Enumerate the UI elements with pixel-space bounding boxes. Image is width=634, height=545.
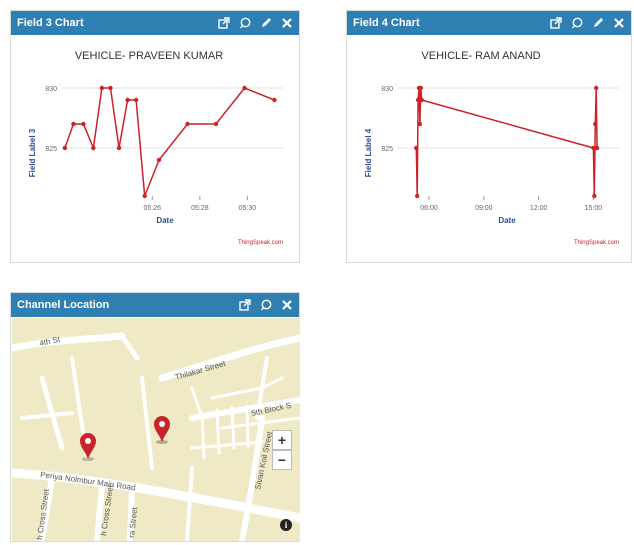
data-point bbox=[593, 85, 599, 91]
comment-icon[interactable] bbox=[260, 299, 272, 311]
x-tick-label: 09:00 bbox=[475, 205, 493, 212]
pencil-icon[interactable] bbox=[592, 17, 604, 29]
map-canvas[interactable]: 4th St Thilakar Street 5th Block S Periy… bbox=[12, 318, 300, 541]
data-point bbox=[71, 121, 76, 127]
data-point bbox=[417, 121, 423, 127]
map-view[interactable]: 4th St Thilakar Street 5th Block S Periy… bbox=[12, 318, 300, 541]
data-point bbox=[414, 145, 419, 151]
close-icon[interactable] bbox=[281, 299, 293, 311]
y-axis-label: Field Label 3 bbox=[28, 128, 37, 177]
data-point bbox=[414, 193, 420, 199]
data-point bbox=[593, 121, 598, 127]
data-point bbox=[91, 145, 96, 151]
external-link-icon[interactable] bbox=[218, 17, 230, 29]
x-tick-label: 12:00 bbox=[530, 205, 548, 212]
data-point bbox=[133, 97, 139, 103]
field3-chart-title: Field 3 Chart bbox=[17, 17, 84, 29]
data-point bbox=[116, 145, 122, 151]
data-point bbox=[594, 145, 600, 151]
external-link-icon[interactable] bbox=[550, 17, 562, 29]
channel-location-widget: Channel Location 4th St Thilakar Street … bbox=[10, 292, 300, 542]
close-icon[interactable] bbox=[281, 17, 293, 29]
y-axis-label: Field Label 4 bbox=[364, 128, 373, 177]
y-tick-label: 825 bbox=[381, 146, 393, 153]
data-point bbox=[99, 85, 105, 91]
info-icon[interactable]: i bbox=[280, 519, 292, 531]
data-point bbox=[242, 85, 247, 91]
x-tick-label: 05:28 bbox=[191, 205, 209, 212]
x-tick-label: 06:00 bbox=[420, 205, 438, 212]
comment-icon[interactable] bbox=[239, 17, 251, 29]
data-point bbox=[185, 121, 190, 127]
field3-chart-widget: Field 3 Chart VEHICLE- PRAVEEN KUMAR Fie… bbox=[10, 10, 300, 263]
data-point bbox=[419, 97, 424, 103]
data-point bbox=[142, 193, 147, 199]
data-point bbox=[592, 193, 597, 199]
field4-chart-widget: Field 4 Chart VEHICLE- RAM ANAND Field L… bbox=[346, 10, 632, 263]
chart-title: VEHICLE- PRAVEEN KUMAR bbox=[75, 50, 223, 62]
field4-chart-title: Field 4 Chart bbox=[353, 17, 420, 29]
data-point bbox=[418, 85, 424, 91]
data-point bbox=[156, 157, 162, 163]
pencil-icon[interactable] bbox=[260, 17, 272, 29]
field4-chart-header: Field 4 Chart bbox=[347, 11, 631, 35]
x-tick-label: 05:30 bbox=[239, 205, 257, 212]
data-point bbox=[125, 97, 130, 103]
series-line bbox=[64, 87, 275, 197]
data-point bbox=[272, 97, 277, 103]
data-point bbox=[62, 145, 68, 151]
close-icon[interactable] bbox=[613, 17, 625, 29]
external-link-icon[interactable] bbox=[239, 299, 251, 311]
series-line bbox=[415, 87, 598, 197]
chart-credit: ThingSpeak.com bbox=[238, 240, 283, 246]
x-axis-label: Date bbox=[498, 216, 516, 225]
zoom-out-button[interactable]: − bbox=[272, 450, 292, 470]
chart-credit: ThingSpeak.com bbox=[574, 240, 619, 246]
y-tick-label: 830 bbox=[381, 86, 393, 93]
x-axis-label: Date bbox=[156, 216, 174, 225]
channel-location-header: Channel Location bbox=[11, 293, 299, 317]
data-point bbox=[213, 121, 219, 127]
chart-title: VEHICLE- RAM ANAND bbox=[421, 50, 540, 62]
data-point bbox=[108, 85, 113, 91]
field4-line-chart: VEHICLE- RAM ANAND Field Label 4 Date Th… bbox=[364, 50, 619, 246]
y-tick-label: 830 bbox=[45, 86, 57, 93]
data-point bbox=[81, 121, 86, 127]
x-tick-label: 05:26 bbox=[143, 205, 161, 212]
field3-line-chart: VEHICLE- PRAVEEN KUMAR Field Label 3 Dat… bbox=[28, 50, 283, 246]
x-tick-label: 15:00 bbox=[585, 205, 603, 212]
y-tick-label: 825 bbox=[45, 146, 57, 153]
zoom-in-button[interactable]: + bbox=[272, 430, 292, 450]
comment-icon[interactable] bbox=[571, 17, 583, 29]
channel-location-title: Channel Location bbox=[17, 299, 110, 311]
field3-chart-header: Field 3 Chart bbox=[11, 11, 299, 35]
